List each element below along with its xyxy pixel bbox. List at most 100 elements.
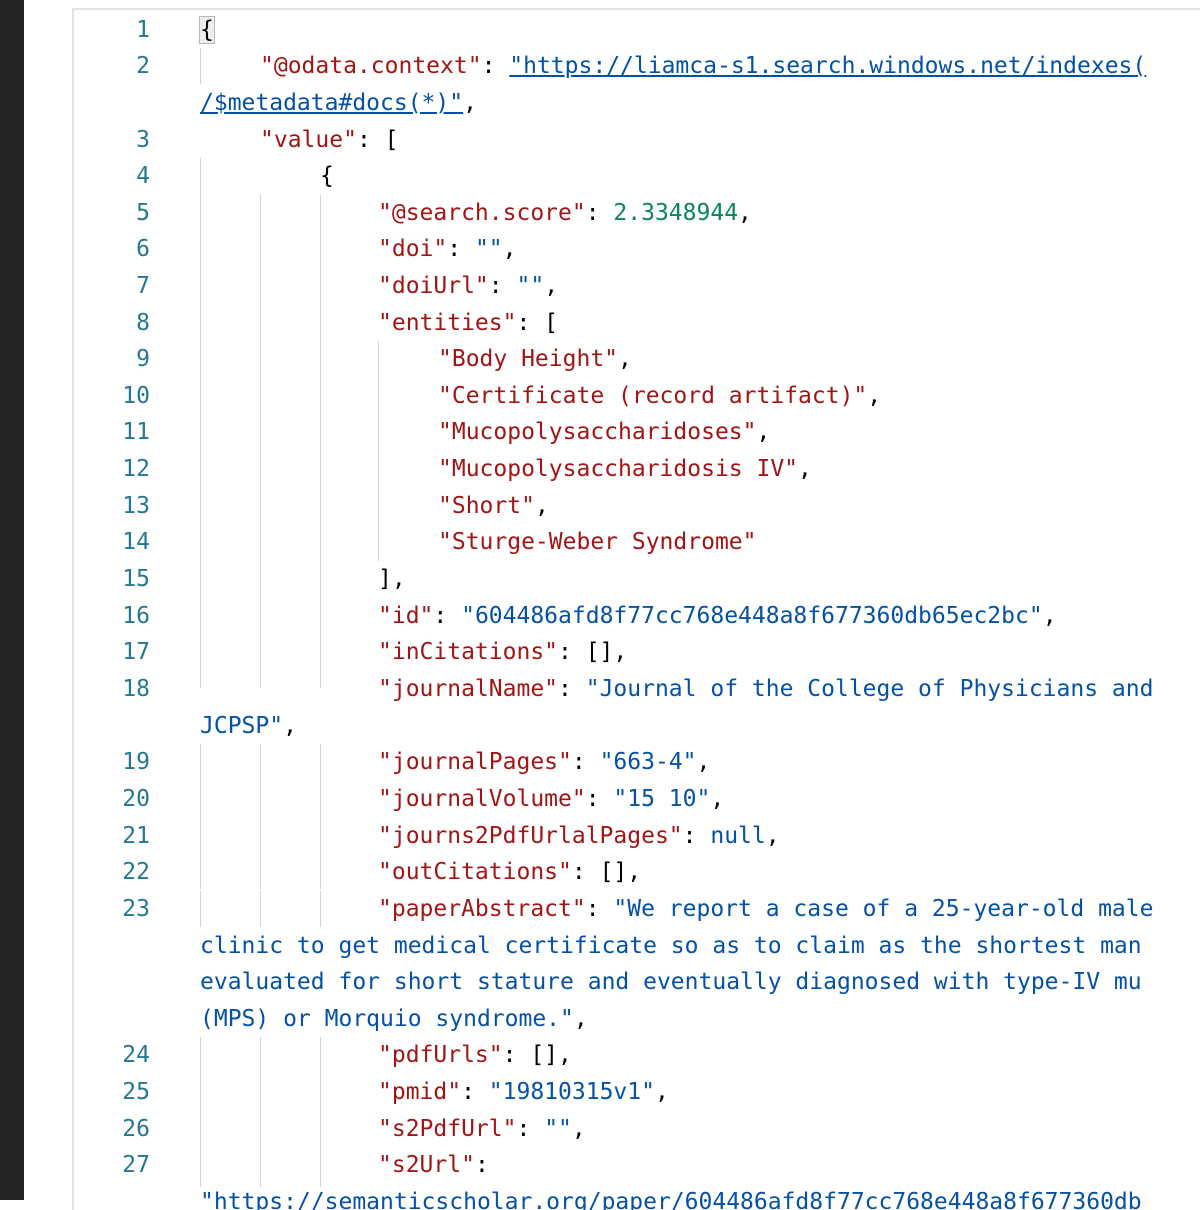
code-line: "paperAbstract": "We report a case of a … bbox=[378, 896, 1154, 922]
code-line-wrap: clinic to get medical certificate so as … bbox=[200, 928, 1142, 965]
json-key: "@search.score" bbox=[378, 200, 586, 226]
json-string: "Short" bbox=[438, 493, 535, 519]
indent-guide bbox=[260, 744, 261, 889]
code-line: "doi": "", bbox=[378, 236, 517, 262]
json-string: "Certificate (record artifact)" bbox=[438, 383, 868, 409]
indent-guide bbox=[320, 744, 321, 889]
code-line: "outCitations": [], bbox=[378, 859, 642, 885]
json-string: "Mucopolysaccharidoses" bbox=[438, 419, 757, 445]
line-number: 14 bbox=[122, 529, 150, 555]
json-key: "outCitations" bbox=[378, 859, 572, 885]
json-string: clinic to get medical certificate so as … bbox=[200, 933, 1142, 959]
code-editor[interactable]: 1 2 3 4 5 6 7 8 9 10 11 12 13 14 15 16 1… bbox=[72, 8, 1200, 1210]
line-number: 5 bbox=[136, 200, 150, 226]
json-key: "doi" bbox=[378, 236, 448, 262]
json-string: JCPSP" bbox=[200, 713, 284, 739]
line-number: 19 bbox=[122, 749, 150, 775]
line-number: 10 bbox=[122, 383, 150, 409]
code-line: "Mucopolysaccharidosis IV", bbox=[438, 456, 812, 482]
code-line: "doiUrl": "", bbox=[378, 273, 559, 299]
line-number: 21 bbox=[122, 823, 150, 849]
line-number: 11 bbox=[122, 419, 150, 445]
code-line: "Mucopolysaccharidoses", bbox=[438, 419, 771, 445]
code-line: "value": [ bbox=[260, 127, 399, 153]
json-string: "15 10" bbox=[613, 786, 711, 812]
json-key: "s2PdfUrl" bbox=[378, 1116, 517, 1142]
line-number: 23 bbox=[122, 896, 150, 922]
json-string: "Mucopolysaccharidosis IV" bbox=[438, 456, 799, 482]
line-number: 26 bbox=[122, 1116, 150, 1142]
code-line-wrap: evaluated for short stature and eventual… bbox=[200, 964, 1142, 1001]
code-line-wrap: "https://semanticscholar.org/paper/60448… bbox=[200, 1184, 1142, 1210]
json-string: "19810315v1" bbox=[488, 1079, 655, 1105]
indent-guide bbox=[200, 1037, 201, 1187]
json-key: "journalName" bbox=[378, 676, 559, 702]
json-string: "Journal of the College of Physicians an… bbox=[585, 676, 1154, 702]
json-key: "journs2PdfUrlalPages" bbox=[378, 823, 683, 849]
json-string: "604486afd8f77cc768e448a8f677360db65ec2b… bbox=[461, 603, 1043, 629]
json-null: null bbox=[710, 823, 766, 849]
json-string: "" bbox=[516, 273, 545, 299]
code-line-wrap: JCPSP", bbox=[200, 713, 297, 739]
json-number: 2.3348944 bbox=[613, 200, 739, 226]
line-number: 17 bbox=[122, 639, 150, 665]
json-string: "" bbox=[474, 236, 503, 262]
activity-bar bbox=[0, 0, 24, 1200]
code-line: "s2Url": bbox=[378, 1152, 489, 1178]
code-line: "@search.score": 2.3348944, bbox=[378, 200, 752, 226]
line-number: 16 bbox=[122, 603, 150, 629]
code-line: "pdfUrls": [], bbox=[378, 1042, 572, 1068]
brace-open: { bbox=[320, 163, 334, 189]
code-line: "s2PdfUrl": "", bbox=[378, 1116, 586, 1142]
line-number: 24 bbox=[122, 1042, 150, 1068]
indent-guide bbox=[378, 341, 379, 561]
json-key: "journalPages" bbox=[378, 749, 572, 775]
line-number: 27 bbox=[122, 1152, 150, 1178]
indent-guide bbox=[200, 891, 201, 927]
json-string: "" bbox=[544, 1116, 572, 1142]
code-line-wrap: /$metadata#docs(*)", bbox=[200, 90, 477, 116]
line-number: 25 bbox=[122, 1079, 150, 1105]
json-key: "value" bbox=[260, 127, 357, 153]
code-line: "Short", bbox=[438, 493, 549, 519]
json-link[interactable]: "https://liamca-s1.search.windows.net/in… bbox=[509, 53, 1146, 79]
json-key: "doiUrl" bbox=[378, 273, 489, 299]
code-line: "pmid": "19810315v1", bbox=[378, 1079, 669, 1105]
line-number: 9 bbox=[136, 346, 150, 372]
code-line: "journalVolume": "15 10", bbox=[378, 786, 725, 812]
code-line: "inCitations": [], bbox=[378, 639, 628, 665]
code-line: "Body Height", bbox=[438, 346, 632, 372]
json-key: "pdfUrls" bbox=[378, 1042, 503, 1068]
indent-guide bbox=[320, 1037, 321, 1187]
line-number: 3 bbox=[136, 127, 150, 153]
json-key: "paperAbstract" bbox=[378, 896, 586, 922]
indent-guide bbox=[200, 48, 201, 84]
json-key: "pmid" bbox=[378, 1079, 462, 1105]
line-number: 6 bbox=[136, 236, 150, 262]
code-line: { bbox=[320, 158, 334, 195]
line-number: 12 bbox=[122, 456, 150, 482]
indent-guide bbox=[260, 891, 261, 927]
line-number: 2 bbox=[136, 53, 150, 79]
line-number: 13 bbox=[122, 493, 150, 519]
indent-guide bbox=[260, 1037, 261, 1187]
json-key: "inCitations" bbox=[378, 639, 559, 665]
line-number: 7 bbox=[136, 273, 150, 299]
window: 1 2 3 4 5 6 7 8 9 10 11 12 13 14 15 16 1… bbox=[0, 0, 1200, 1210]
indent-guide bbox=[320, 891, 321, 927]
json-key: "id" bbox=[378, 603, 434, 629]
json-string: (MPS) or Morquio syndrome." bbox=[200, 1006, 574, 1032]
code-line: "journalPages": "663-4", bbox=[378, 749, 711, 775]
json-string: "Body Height" bbox=[438, 346, 619, 372]
line-number: 22 bbox=[122, 859, 150, 885]
json-key: "@odata.context" bbox=[260, 53, 482, 79]
code-line: { bbox=[199, 12, 215, 49]
code-line: "journalName": "Journal of the College o… bbox=[378, 676, 1154, 702]
line-number: 20 bbox=[122, 786, 150, 812]
json-link[interactable]: /$metadata#docs(*)" bbox=[200, 90, 463, 116]
indent-guide bbox=[320, 195, 321, 688]
line-number: 15 bbox=[122, 566, 150, 592]
json-key: "entities" bbox=[378, 310, 517, 336]
code-line: "journs2PdfUrlalPages": null, bbox=[378, 823, 780, 849]
code-line: ], bbox=[378, 566, 406, 592]
